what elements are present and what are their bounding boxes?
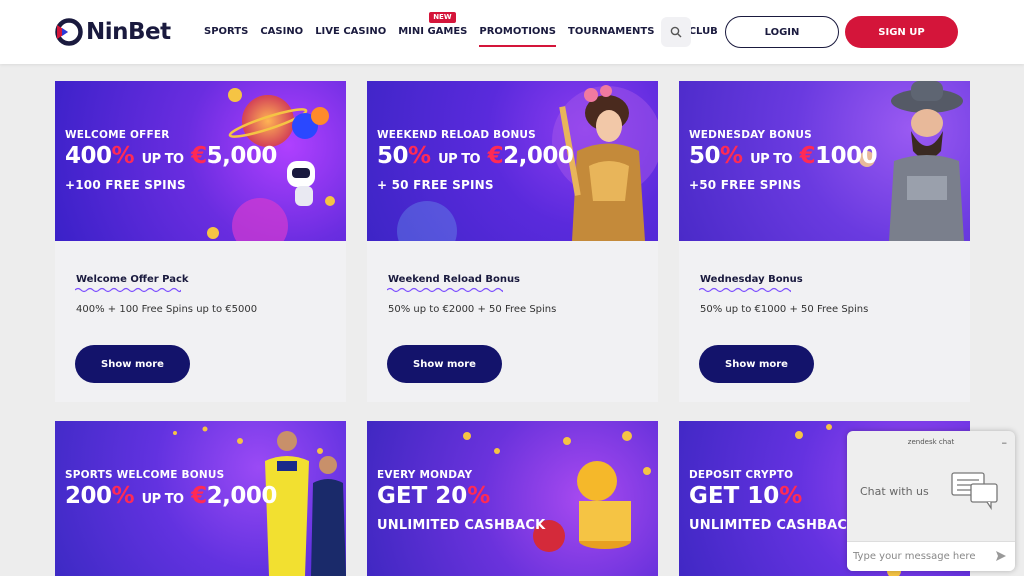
show-more-button[interactable]: Show more [387, 345, 502, 383]
banner-big-text: GET 10 [689, 483, 780, 509]
send-icon[interactable] [995, 550, 1007, 562]
banner-cashback: UNLIMITED CASHBACK [689, 518, 858, 533]
banner-amount: 1000 [815, 143, 878, 169]
nav-label: TOURNAMENTS [568, 26, 655, 37]
signup-button[interactable]: SIGN UP [845, 16, 958, 48]
promo-card: EVERY MONDAY GET 20% UNLIMITED CASHBACK [367, 421, 658, 576]
banner-percent-sign: % [408, 143, 431, 169]
banner-percent: 50 [377, 143, 409, 169]
promo-banner[interactable]: WELCOME OFFER 400% UP TO €5,000 +100 FRE… [55, 81, 346, 241]
banner-big-text: GET 20 [377, 483, 468, 509]
chat-widget[interactable]: zendesk chat – Chat with us Type your me… [847, 431, 1015, 571]
promo-title[interactable]: Welcome Offer Pack [76, 274, 189, 285]
new-badge: NEW [429, 12, 456, 23]
show-more-button[interactable]: Show more [75, 345, 190, 383]
promo-description: 50% up to €2000 + 50 Free Spins [388, 304, 557, 315]
promo-title[interactable]: Wednesday Bonus [700, 274, 803, 285]
banner-headline: 50% UP TO €1000 [689, 143, 878, 169]
banner-extra: +50 FREE SPINS [689, 178, 802, 192]
nav-label: SPORTS [204, 26, 249, 37]
nav-label: MINI GAMES [398, 26, 468, 37]
login-button[interactable]: LOGIN [725, 16, 839, 48]
banner-subtitle: WEDNESDAY BONUS [689, 129, 812, 141]
promo-banner[interactable]: SPORTS WELCOME BONUS 200% UP TO €2,000 [55, 421, 346, 576]
banner-subtitle: WEEKEND RELOAD BONUS [377, 129, 536, 141]
banner-percent-sign: % [111, 143, 135, 169]
promo-card: WEEKEND RELOAD BONUS 50% UP TO €2,000 + … [367, 81, 658, 402]
squiggle-underline [387, 287, 503, 293]
nav-label: LIVE CASINO [315, 26, 387, 37]
promo-banner[interactable]: WEDNESDAY BONUS 50% UP TO €1000 +50 FREE… [679, 81, 970, 241]
banner-subtitle: WELCOME OFFER [65, 129, 170, 141]
banner-percent: 50 [689, 143, 721, 169]
nav-tournaments[interactable]: TOURNAMENTS [568, 0, 654, 64]
banner-up-to: UP TO [141, 152, 185, 167]
banner-subtitle: EVERY MONDAY [377, 469, 473, 481]
promo-card: WELCOME OFFER 400% UP TO €5,000 +100 FRE… [55, 81, 346, 402]
promo-banner[interactable]: WEEKEND RELOAD BONUS 50% UP TO €2,000 + … [367, 81, 658, 241]
site-header: NinBet SPORTS CASINO LIVE CASINO NEW MIN… [0, 0, 1024, 64]
nav-mini-games[interactable]: NEW MINI GAMES [398, 0, 467, 64]
squiggle-underline [75, 287, 181, 293]
logo-mark-icon [55, 18, 83, 46]
nav-label: PROMOTIONS [479, 26, 556, 37]
banner-subtitle: DEPOSIT CRYPTO [689, 469, 794, 481]
chat-placeholder: Type your message here [853, 551, 976, 562]
banner-headline: 400% UP TO €5,000 [65, 143, 277, 169]
nav-sports[interactable]: SPORTS [204, 0, 248, 64]
search-icon [670, 26, 682, 38]
banner-up-to: UP TO [750, 152, 793, 167]
banner-amount: 2,000 [206, 483, 278, 509]
main-nav: SPORTS CASINO LIVE CASINO NEW MINI GAMES… [204, 0, 730, 64]
banner-amount: 2,000 [503, 143, 574, 169]
promo-card-body: Welcome Offer Pack 400% + 100 Free Spins… [55, 241, 346, 402]
promo-card-body: Weekend Reload Bonus 50% up to €2000 + 5… [367, 241, 658, 402]
brand-name: NinBet [86, 19, 171, 45]
promo-card: SPORTS WELCOME BONUS 200% UP TO €2,000 [55, 421, 346, 576]
banner-headline: GET 20% [377, 483, 490, 509]
banner-up-to: UP TO [438, 152, 481, 167]
chat-message-input[interactable]: Type your message here [847, 541, 1015, 571]
nav-promotions[interactable]: PROMOTIONS [479, 0, 556, 64]
banner-currency: € [191, 483, 207, 509]
banner-percent-sign: % [467, 483, 491, 509]
banner-percent-sign: % [779, 483, 803, 509]
banner-headline: 50% UP TO €2,000 [377, 143, 574, 169]
chat-bubble-icon [951, 472, 998, 511]
promo-card-body: Wednesday Bonus 50% up to €1000 + 50 Fre… [679, 241, 970, 402]
banner-extra: + 50 FREE SPINS [377, 178, 494, 192]
promo-description: 50% up to €1000 + 50 Free Spins [700, 304, 869, 315]
banner-currency: € [487, 143, 504, 169]
banner-percent: 200 [65, 483, 112, 509]
banner-headline: 200% UP TO €2,000 [65, 483, 277, 509]
banner-headline: GET 10% [689, 483, 802, 509]
promo-title[interactable]: Weekend Reload Bonus [388, 274, 520, 285]
banner-percent-sign: % [111, 483, 135, 509]
nav-casino[interactable]: CASINO [260, 0, 303, 64]
banner-amount: 5,000 [206, 143, 278, 169]
banner-percent: 400 [65, 143, 112, 169]
banner-up-to: UP TO [141, 492, 185, 507]
banner-currency: € [191, 143, 207, 169]
banner-extra: +100 FREE SPINS [65, 178, 186, 192]
nav-label: CASINO [260, 26, 304, 37]
chat-title: zendesk chat [907, 438, 955, 446]
banner-subtitle: SPORTS WELCOME BONUS [65, 469, 225, 481]
nav-live-casino[interactable]: LIVE CASINO [315, 0, 386, 64]
banner-percent-sign: % [720, 143, 743, 169]
promo-card: WEDNESDAY BONUS 50% UP TO €1000 +50 FREE… [679, 81, 970, 402]
banner-cashback: UNLIMITED CASHBACK [377, 518, 546, 533]
search-button[interactable] [661, 17, 691, 47]
promo-banner[interactable]: EVERY MONDAY GET 20% UNLIMITED CASHBACK [367, 421, 658, 576]
minimize-icon[interactable]: – [1002, 436, 1008, 449]
banner-currency: € [799, 143, 816, 169]
logo[interactable]: NinBet [54, 17, 171, 47]
chat-prompt: Chat with us [860, 485, 929, 498]
show-more-button[interactable]: Show more [699, 345, 814, 383]
promo-description: 400% + 100 Free Spins up to €5000 [76, 304, 258, 315]
squiggle-underline [699, 287, 791, 293]
